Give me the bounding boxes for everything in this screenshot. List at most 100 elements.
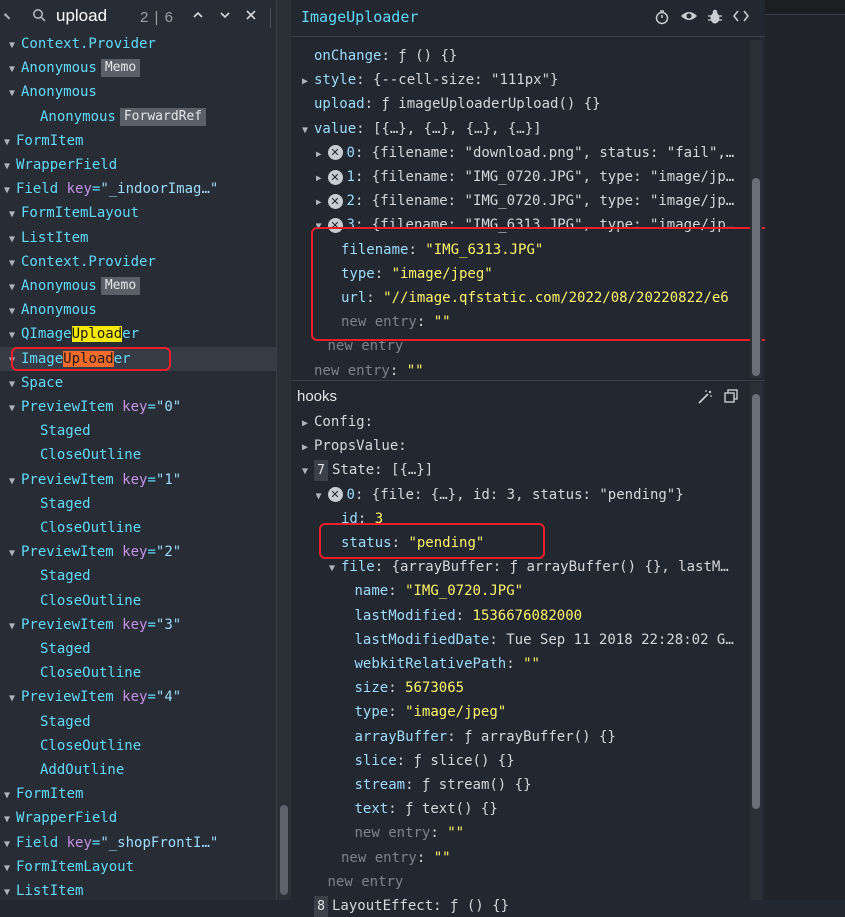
- expand-arrow-icon[interactable]: ▼: [9, 203, 21, 227]
- expand-arrow-icon[interactable]: ▼: [4, 155, 16, 179]
- close-icon[interactable]: [242, 8, 260, 26]
- new-entry-row[interactable]: new entry: "": [329, 847, 749, 869]
- eye-icon[interactable]: [680, 9, 698, 27]
- expand-arrow-icon[interactable]: ▼: [4, 881, 16, 900]
- tree-node[interactable]: Staged: [0, 637, 276, 661]
- delete-item-icon[interactable]: ✕: [327, 145, 343, 161]
- tree-node[interactable]: ▼ FormItem: [0, 782, 276, 806]
- prop-row[interactable]: slice: ƒ slice() {}: [343, 750, 750, 772]
- tree-node[interactable]: ▼ Field key="_shopFrontI…": [0, 831, 276, 855]
- prop-value[interactable]: [{…}]: [391, 462, 433, 478]
- prop-value[interactable]: {arrayBuffer: ƒ arrayBuffer() {}, lastM…: [392, 559, 729, 575]
- expand-arrow-icon[interactable]: ▼: [329, 558, 341, 578]
- expand-arrow-icon[interactable]: ▼: [302, 120, 314, 140]
- prop-value[interactable]: {filename: "IMG_0720.JPG", type: "image/…: [372, 193, 734, 209]
- prop-value[interactable]: ƒ slice() {}: [414, 753, 515, 769]
- prop-value[interactable]: "": [434, 850, 451, 866]
- expand-arrow-icon[interactable]: ▼: [9, 373, 21, 397]
- delete-item-icon[interactable]: ✕: [327, 487, 343, 503]
- tree-node[interactable]: AddOutline: [0, 758, 276, 782]
- expand-arrow-icon[interactable]: ▼: [9, 324, 21, 348]
- tree-node[interactable]: CloseOutline: [0, 661, 276, 685]
- chevron-up-icon[interactable]: [189, 8, 207, 26]
- prop-value[interactable]: {filename: "download.png", status: "fail…: [372, 145, 734, 161]
- prop-row[interactable]: type: "image/jpeg": [343, 701, 750, 723]
- tree-node[interactable]: ▼ WrapperField: [0, 806, 276, 830]
- prop-row[interactable]: lastModifiedDate: Tue Sep 11 2018 22:28:…: [343, 629, 750, 651]
- tree-node[interactable]: ▼ ListItem: [0, 879, 276, 900]
- prop-row[interactable]: webkitRelativePath: "": [343, 653, 750, 675]
- prop-row[interactable]: ▶ Config:: [302, 411, 749, 433]
- prop-value[interactable]: ƒ imageUploaderUpload() {}: [381, 96, 600, 112]
- tree-node[interactable]: ▼ FormItem: [0, 129, 276, 153]
- props-scrollbar[interactable]: [750, 40, 762, 378]
- stopwatch-icon[interactable]: [653, 9, 671, 27]
- expand-arrow-icon[interactable]: ▼: [9, 228, 21, 252]
- expand-arrow-icon[interactable]: ▼: [9, 470, 21, 494]
- expand-arrow-icon[interactable]: ▼: [9, 397, 21, 421]
- tree-node[interactable]: CloseOutline: [0, 443, 276, 467]
- expand-arrow-icon[interactable]: ▼: [4, 808, 16, 832]
- expand-arrow-icon[interactable]: ▼: [4, 784, 16, 808]
- tree-node[interactable]: ▼ Field key="_indoorImag…": [0, 177, 276, 201]
- tree-node[interactable]: CloseOutline: [0, 516, 276, 540]
- new-entry-row[interactable]: new entry: [316, 871, 750, 893]
- expand-arrow-icon[interactable]: ▼: [4, 131, 16, 155]
- prop-value[interactable]: Tue Sep 11 2018 22:28:02 G…: [506, 632, 734, 648]
- delete-item-icon[interactable]: ✕: [327, 169, 343, 185]
- expand-arrow-icon[interactable]: ▼: [4, 833, 16, 857]
- code-icon[interactable]: [732, 9, 750, 27]
- prop-row[interactable]: stream: ƒ stream() {}: [343, 774, 750, 796]
- prop-row[interactable]: onChange: ƒ () {}: [302, 45, 749, 67]
- prop-row[interactable]: arrayBuffer: ƒ arrayBuffer() {}: [343, 726, 750, 748]
- expand-arrow-icon[interactable]: ▼: [316, 486, 328, 506]
- hooks-scrollbar-thumb[interactable]: [752, 394, 760, 809]
- expand-arrow-icon[interactable]: ▶: [316, 144, 328, 164]
- chevron-down-icon[interactable]: [216, 8, 234, 26]
- prop-row[interactable]: ▼ 7 State: [{…}]: [302, 459, 749, 482]
- expand-arrow-icon[interactable]: ▼: [9, 82, 21, 106]
- tree-node[interactable]: ▼ PreviewItem key="1": [0, 468, 276, 492]
- select-element-icon[interactable]: ⬉: [0, 8, 16, 26]
- tree-node[interactable]: ▼ FormItemLayout: [0, 855, 276, 879]
- prop-row[interactable]: ▼ value: [{…}, {…}, {…}, {…}]: [302, 118, 749, 140]
- prop-value[interactable]: "image/jpeg": [405, 704, 506, 720]
- tree-node[interactable]: ▼ PreviewItem key="0": [0, 395, 276, 419]
- prop-row[interactable]: ▶ ✕ 1: {filename: "IMG_0720.JPG", type: "i…: [316, 166, 750, 188]
- tree-node[interactable]: Staged: [0, 492, 276, 516]
- expand-arrow-icon[interactable]: ▶: [316, 192, 328, 212]
- expand-arrow-icon[interactable]: ▼: [4, 857, 16, 881]
- tree-node[interactable]: CloseOutline: [0, 589, 276, 613]
- expand-arrow-icon[interactable]: ▼: [9, 252, 21, 276]
- prop-value[interactable]: ƒ arrayBuffer() {}: [464, 729, 616, 745]
- prop-row[interactable]: ▶ ✕ 0: {filename: "download.png", status: …: [316, 142, 750, 164]
- prop-value[interactable]: 1536676082000: [473, 608, 583, 624]
- tree-node[interactable]: Staged: [0, 564, 276, 588]
- prop-row[interactable]: lastModified: 1536676082000: [343, 605, 750, 627]
- tree-node[interactable]: Anonymous ForwardRef: [0, 105, 276, 129]
- copy-icon[interactable]: [722, 389, 740, 407]
- tree-node[interactable]: ▼ ListItem: [0, 226, 276, 250]
- tree-node[interactable]: ▼ PreviewItem key="4": [0, 685, 276, 709]
- prop-value[interactable]: "": [523, 656, 540, 672]
- expand-arrow-icon[interactable]: ▼: [302, 461, 314, 481]
- new-entry-row[interactable]: new entry: "": [343, 822, 750, 844]
- tree-node[interactable]: CloseOutline: [0, 734, 276, 758]
- prop-row[interactable]: upload: ƒ imageUploaderUpload() {}: [302, 93, 749, 115]
- prop-value[interactable]: {file: {…}, id: 3, status: "pending"}: [372, 487, 684, 503]
- tree-node[interactable]: ▼ QImageUploader: [0, 322, 276, 346]
- hooks-scrollbar[interactable]: [750, 382, 762, 900]
- tree-node[interactable]: ▼ PreviewItem key="3": [0, 613, 276, 637]
- prop-row[interactable]: size: 5673065: [343, 677, 750, 699]
- props-scrollbar-thumb[interactable]: [752, 178, 760, 376]
- prop-row[interactable]: ▶ ✕ 2: {filename: "IMG_0720.JPG", type: "i…: [316, 190, 750, 212]
- tree-node[interactable]: ▼ Space: [0, 371, 276, 395]
- expand-arrow-icon[interactable]: ▼: [9, 687, 21, 711]
- prop-value[interactable]: ƒ () {}: [398, 48, 457, 64]
- expand-arrow-icon[interactable]: ▼: [4, 179, 16, 203]
- tree-node[interactable]: Staged: [0, 419, 276, 443]
- prop-value[interactable]: ƒ text() {}: [405, 801, 498, 817]
- magic-wand-icon[interactable]: [696, 389, 714, 407]
- expand-arrow-icon[interactable]: ▶: [302, 437, 314, 457]
- expand-arrow-icon[interactable]: ▼: [9, 300, 21, 324]
